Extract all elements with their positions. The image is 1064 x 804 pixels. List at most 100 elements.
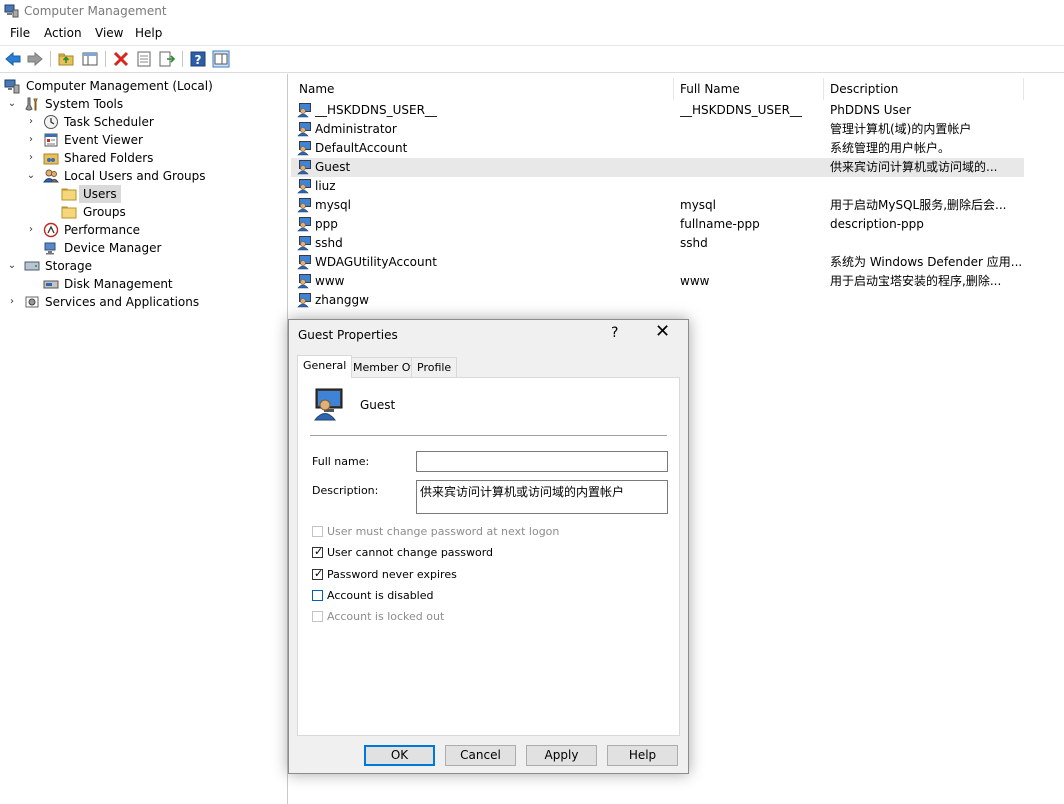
help-icon[interactable]: ? <box>189 50 207 68</box>
tree-item-label: Disk Management <box>64 277 173 291</box>
user-row[interactable]: Guest 供来宾访问计算机或访问域的... <box>291 158 1024 177</box>
delete-icon[interactable] <box>112 50 130 68</box>
menu-view[interactable]: View <box>95 26 123 40</box>
tree-item-task-scheduler[interactable]: › Task Scheduler <box>0 113 280 131</box>
tree-item-label: Computer Management (Local) <box>26 79 213 93</box>
user-description-cell: 供来宾访问计算机或访问域的... <box>830 160 998 174</box>
user-icon <box>297 217 311 232</box>
tree-item-groups[interactable]: Groups <box>0 203 280 221</box>
chevron-down-icon[interactable]: ⌄ <box>7 95 17 113</box>
chevron-right-icon[interactable]: › <box>26 113 36 131</box>
toolbar-separator <box>182 51 183 67</box>
apply-button[interactable]: Apply <box>526 745 597 766</box>
tree-item-label: Users <box>79 185 121 203</box>
column-header-full-name[interactable]: Full Name <box>674 78 824 100</box>
tree-item-label: Groups <box>83 205 126 219</box>
svg-text:?: ? <box>195 53 202 67</box>
computer-management-icon <box>4 79 20 94</box>
checkbox <box>312 611 323 622</box>
shared-folder-icon <box>43 153 59 165</box>
toolbar: ? <box>0 45 1064 73</box>
tree-item-services-and-applications[interactable]: › Services and Applications <box>0 293 280 311</box>
tab-profile[interactable]: Profile <box>411 357 458 378</box>
tree-item-storage[interactable]: ⌄ Storage <box>0 257 280 275</box>
device-manager-icon <box>44 242 56 255</box>
close-icon[interactable]: ✕ <box>655 323 670 341</box>
user-row[interactable]: www www 用于启动宝塔安装的程序,删除... <box>291 272 1024 291</box>
menu-help[interactable]: Help <box>135 26 162 40</box>
user-icon <box>297 160 311 175</box>
properties-icon[interactable] <box>135 50 153 68</box>
forward-icon[interactable] <box>26 50 44 68</box>
user-row[interactable]: WDAGUtilityAccount 系统为 Windows Defender 应… <box>291 253 1024 272</box>
services-icon <box>25 296 39 308</box>
user-full-name-cell: mysql <box>680 198 716 212</box>
user-name-cell: zhanggw <box>315 293 369 307</box>
user-icon <box>297 236 311 251</box>
tree-item-label: Storage <box>45 259 92 273</box>
tree-item-system-tools[interactable]: ⌄ System Tools <box>0 95 280 113</box>
tree-item-label: System Tools <box>45 97 124 111</box>
description-field[interactable]: 供来宾访问计算机或访问域的内置帐户 <box>416 480 668 514</box>
user-row[interactable]: Administrator 管理计算机(域)的内置帐户 <box>291 120 1024 139</box>
user-row[interactable]: mysql mysql 用于启动MySQL服务,删除后会... <box>291 196 1024 215</box>
user-icon <box>313 388 343 421</box>
export-list-icon[interactable] <box>158 50 176 68</box>
performance-icon <box>43 222 59 238</box>
tree-item-event-viewer[interactable]: › Event Viewer <box>0 131 280 149</box>
back-icon[interactable] <box>4 50 22 68</box>
show-hide-action-pane-icon[interactable] <box>212 50 230 68</box>
help-button[interactable]: Help <box>607 745 678 766</box>
user-name-cell: Administrator <box>315 122 397 136</box>
user-name-cell: ppp <box>315 217 338 231</box>
tree-item-performance[interactable]: › Performance <box>0 221 280 239</box>
user-description-cell: PhDDNS User <box>830 103 912 117</box>
chevron-right-icon[interactable]: › <box>26 149 36 167</box>
disk-icon <box>43 280 59 289</box>
user-row[interactable]: sshd sshd <box>291 234 1024 253</box>
column-header-name[interactable]: Name <box>291 78 674 100</box>
chevron-down-icon[interactable]: ⌄ <box>7 257 17 275</box>
user-name-cell: sshd <box>315 236 343 250</box>
checkbox[interactable] <box>312 590 323 601</box>
chevron-right-icon[interactable]: › <box>26 131 36 149</box>
checkbox[interactable]: ✓ <box>312 545 323 558</box>
user-description-cell: 管理计算机(域)的内置帐户 <box>830 122 972 136</box>
user-row[interactable]: liuz <box>291 177 1024 196</box>
user-icon <box>297 179 311 194</box>
storage-icon <box>24 261 40 271</box>
checkbox-label: Account is locked out <box>327 610 445 623</box>
tree-item-device-manager[interactable]: Device Manager <box>0 239 280 257</box>
tab-general[interactable]: General <box>297 355 353 378</box>
tree-item-disk-management[interactable]: Disk Management <box>0 275 280 293</box>
checkbox-label: User must change password at next logon <box>327 525 560 538</box>
menu-action[interactable]: Action <box>44 26 82 40</box>
clock-icon <box>44 115 58 129</box>
user-full-name-cell: fullname-ppp <box>680 217 760 231</box>
user-row[interactable]: zhanggw <box>291 291 1024 310</box>
computer-management-icon <box>4 4 19 18</box>
menu-bar: File Action View Help <box>0 24 1064 44</box>
toolbar-separator <box>105 51 106 67</box>
tree-item-users[interactable]: Users <box>0 185 280 203</box>
column-header-description[interactable]: Description <box>824 78 1024 100</box>
show-hide-tree-icon[interactable] <box>81 50 99 68</box>
up-folder-icon[interactable] <box>57 50 75 68</box>
chevron-down-icon[interactable]: ⌄ <box>26 167 36 185</box>
chevron-right-icon[interactable]: › <box>7 293 17 311</box>
checkbox[interactable]: ✓ <box>312 567 323 580</box>
tree-item-shared-folders[interactable]: › Shared Folders <box>0 149 280 167</box>
dialog-help-icon[interactable]: ? <box>611 325 618 341</box>
user-name-cell: www <box>315 274 345 288</box>
tab-member-of[interactable]: Member Of <box>347 357 421 378</box>
tree-item-local-users-and-groups[interactable]: ⌄ Local Users and Groups <box>0 167 280 185</box>
user-row[interactable]: ppp fullname-ppp description-ppp <box>291 215 1024 234</box>
menu-file[interactable]: File <box>10 26 30 40</box>
tree-item-computer-management[interactable]: Computer Management (Local) <box>0 77 280 95</box>
cancel-button[interactable]: Cancel <box>445 745 516 766</box>
ok-button[interactable]: OK <box>364 745 435 766</box>
user-row[interactable]: __HSKDDNS_USER__ __HSKDDNS_USER__ PhDDNS U… <box>291 101 1024 120</box>
chevron-right-icon[interactable]: › <box>26 221 36 239</box>
full-name-field[interactable] <box>416 451 668 472</box>
user-row[interactable]: DefaultAccount 系统管理的用户帐户。 <box>291 139 1024 158</box>
